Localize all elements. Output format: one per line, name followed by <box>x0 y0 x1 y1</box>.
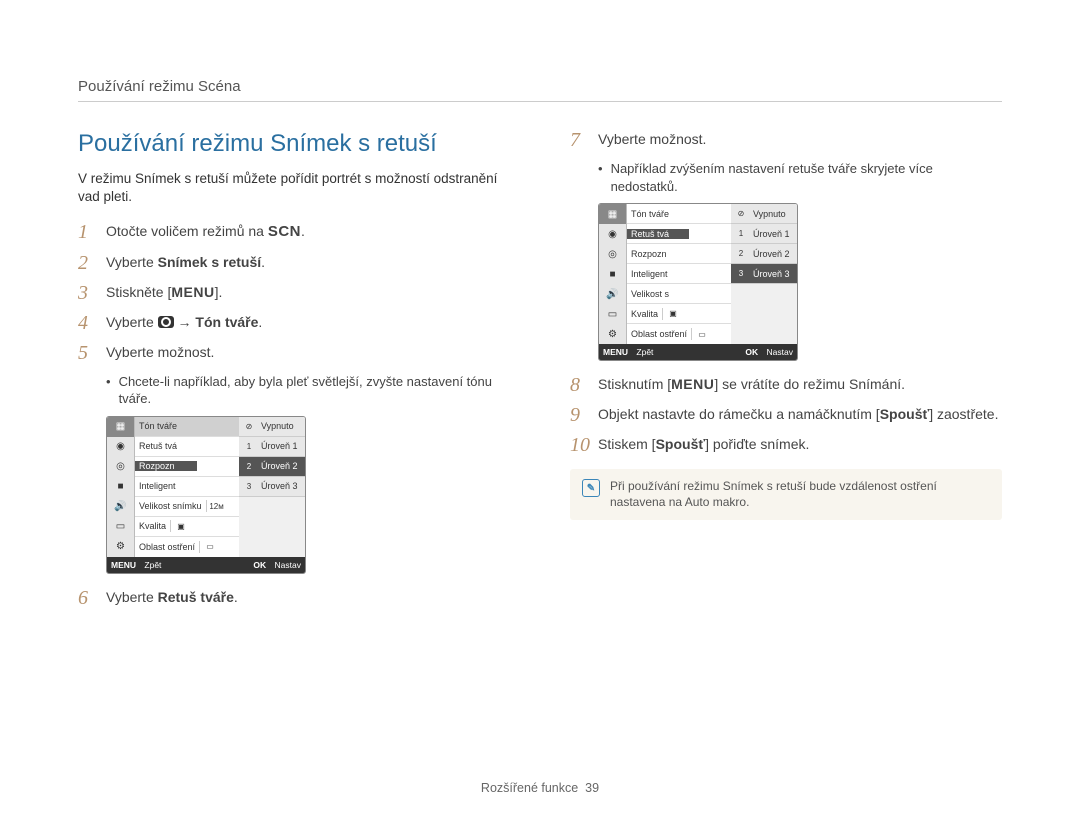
step-number: 8 <box>570 375 598 395</box>
side-icon-camera2: ◎ <box>107 457 135 477</box>
menu-icon: MENU <box>671 376 714 392</box>
note-text: Při používání režimu Snímek s retuší bud… <box>610 479 990 510</box>
level-3-icon: 3 <box>735 268 747 280</box>
side-icon-display: ▭ <box>107 517 135 537</box>
step-text: Otočte voličem režimů na SCN. <box>106 222 510 242</box>
step-number: 1 <box>78 222 106 242</box>
step-5-bullet: • Chcete-li například, aby byla pleť svě… <box>106 373 510 408</box>
cammenu-footer: MENU Zpět OK Nastav <box>107 557 305 573</box>
level-off-icon: ⊘ <box>735 208 747 220</box>
step-9: 9 Objekt nastavte do rámečku a namáčknut… <box>570 405 1002 425</box>
side-icon-video: ■ <box>599 264 627 284</box>
side-icon-video: ■ <box>107 477 135 497</box>
step-text: Stiskem [Spoušť] pořiďte snímek. <box>598 435 1002 454</box>
side-icon-settings: ⚙ <box>107 537 135 557</box>
cammenu-sidebar: ▦ ◉ ◎ ■ 🔊 ▭ ⚙ <box>599 204 627 344</box>
step-text: Vyberte Retuš tváře. <box>106 588 510 607</box>
cammenu-list: Tón tváře Retuš tvá Rozpozn Inteligent V… <box>135 417 305 557</box>
content-columns: Používání režimu Snímek s retuší V režim… <box>78 130 1002 618</box>
step-7: 7 Vyberte možnost. <box>570 130 1002 150</box>
level-2-icon: 2 <box>735 248 747 260</box>
step-number: 9 <box>570 405 598 425</box>
scn-icon: SCN <box>268 223 301 240</box>
camera-menu-illustration-2: ▦ ◉ ◎ ■ 🔊 ▭ ⚙ Tón tváře Retuš tvá Rozpoz… <box>598 203 798 361</box>
page-footer: Rozšířené funkce 39 <box>0 781 1080 795</box>
step-8: 8 Stisknutím [MENU] se vrátíte do režimu… <box>570 375 1002 395</box>
side-icon-sound: 🔊 <box>107 497 135 517</box>
step-2: 2 Vyberte Snímek s retuší. <box>78 253 510 273</box>
side-icon-camera: ◉ <box>107 437 135 457</box>
step-text: Vyberte → Tón tváře. <box>106 313 510 332</box>
side-icon-sound: 🔊 <box>599 284 627 304</box>
step-3: 3 Stiskněte [MENU]. <box>78 283 510 303</box>
cammenu-submenu: ⊘Vypnuto 1Úroveň 1 2Úroveň 2 3Úroveň 3 <box>731 204 797 344</box>
step-4: 4 Vyberte → Tón tváře. <box>78 313 510 333</box>
cammenu-footer: MENU Zpět OK Nastav <box>599 344 797 360</box>
camera-icon <box>158 316 174 328</box>
step-number: 6 <box>78 588 106 608</box>
level-off-icon: ⊘ <box>243 420 255 432</box>
side-icon-scene: ▦ <box>599 204 627 224</box>
left-column: Používání režimu Snímek s retuší V režim… <box>78 130 510 618</box>
step-number: 5 <box>78 343 106 363</box>
level-3-icon: 3 <box>243 480 255 492</box>
intro-text: V režimu Snímek s retuší můžete pořídit … <box>78 170 510 206</box>
step-number: 7 <box>570 130 598 150</box>
step-7-bullet: • Například zvýšením nastavení retuše tv… <box>598 160 1002 195</box>
section-heading: Používání režimu Snímek s retuší <box>78 130 510 158</box>
step-text: Vyberte Snímek s retuší. <box>106 253 510 272</box>
step-number: 3 <box>78 283 106 303</box>
side-icon-scene: ▦ <box>107 417 135 437</box>
level-2-icon: 2 <box>243 460 255 472</box>
step-text: Objekt nastavte do rámečku a namáčknutím… <box>598 405 1002 424</box>
step-text: Stisknutím [MENU] se vrátíte do režimu S… <box>598 375 1002 394</box>
step-6: 6 Vyberte Retuš tváře. <box>78 588 510 608</box>
page-header: Používání režimu Scéna <box>78 78 1002 102</box>
menu-icon: MENU <box>171 284 214 300</box>
side-icon-camera: ◉ <box>599 224 627 244</box>
step-5: 5 Vyberte možnost. <box>78 343 510 363</box>
step-10: 10 Stiskem [Spoušť] pořiďte snímek. <box>570 435 1002 455</box>
step-text: Stiskněte [MENU]. <box>106 283 510 302</box>
header-title: Používání režimu Scéna <box>78 78 241 95</box>
step-text: Vyberte možnost. <box>598 130 1002 149</box>
camera-menu-illustration-1: ▦ ◉ ◎ ■ 🔊 ▭ ⚙ Tón tváře Retuš tvá Rozpoz… <box>106 416 306 574</box>
step-number: 4 <box>78 313 106 333</box>
step-number: 10 <box>570 435 598 455</box>
step-number: 2 <box>78 253 106 273</box>
note-icon: ✎ <box>582 479 600 497</box>
note-box: ✎ Při používání režimu Snímek s retuší b… <box>570 469 1002 520</box>
level-1-icon: 1 <box>735 228 747 240</box>
right-column: 7 Vyberte možnost. • Například zvýšením … <box>570 130 1002 618</box>
cammenu-sidebar: ▦ ◉ ◎ ■ 🔊 ▭ ⚙ <box>107 417 135 557</box>
bullet-dot: • <box>106 373 111 408</box>
cammenu-submenu: ⊘Vypnuto 1Úroveň 1 2Úroveň 2 3Úroveň 3 <box>239 417 305 557</box>
side-icon-settings: ⚙ <box>599 324 627 344</box>
side-icon-camera2: ◎ <box>599 244 627 264</box>
step-1: 1 Otočte voličem režimů na SCN. <box>78 222 510 242</box>
bullet-dot: • <box>598 160 603 195</box>
side-icon-display: ▭ <box>599 304 627 324</box>
step-text: Vyberte možnost. <box>106 343 510 362</box>
level-1-icon: 1 <box>243 440 255 452</box>
